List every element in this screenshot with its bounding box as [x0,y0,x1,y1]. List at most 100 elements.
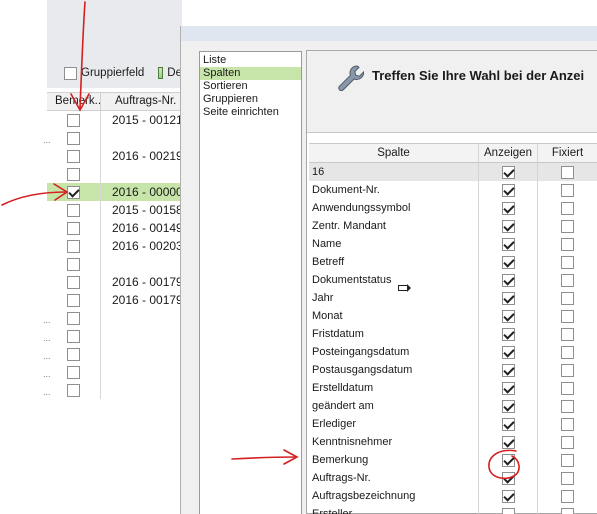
fixed-checkbox[interactable] [561,327,574,341]
background-list-row[interactable]: 2015 - 001588 [47,201,182,219]
remark-checkbox[interactable] [67,239,80,253]
fixed-checkbox[interactable] [561,399,574,413]
column-row[interactable]: Auftrags-Nr. [309,469,597,487]
column-row[interactable]: Dokument-Nr. [309,181,597,199]
remark-checkbox[interactable] [67,275,80,289]
fixed-checkbox[interactable] [561,381,574,395]
fixed-checkbox[interactable] [561,309,574,323]
background-list-row[interactable]: ... [43,309,182,327]
grid-icon[interactable] [158,67,164,79]
column-header-order-no[interactable]: Auftrags-Nr. [101,93,182,110]
remark-checkbox[interactable] [67,149,80,163]
column-header-remark[interactable]: Bemerk... [47,93,101,110]
nav-item[interactable]: Sortieren [200,80,301,93]
show-checkbox[interactable] [501,417,515,431]
show-checkbox[interactable] [501,345,515,359]
column-row[interactable]: Name [309,235,597,253]
remark-checkbox[interactable] [67,203,80,217]
background-list-row[interactable]: 2016 - 001797 [47,291,182,309]
show-checkbox[interactable] [501,453,515,467]
column-row[interactable]: Anwendungssymbol [309,199,597,217]
nav-item[interactable]: Liste [200,54,301,67]
remark-checkbox[interactable] [67,293,80,307]
fixed-checkbox[interactable] [561,435,574,449]
column-row[interactable]: Bemerkung [309,451,597,469]
remark-checkbox[interactable] [67,185,80,199]
show-checkbox[interactable] [501,399,515,413]
background-list-row[interactable]: 2016 - 002037 [47,237,182,255]
fixed-checkbox[interactable] [561,165,574,179]
remark-checkbox[interactable] [67,383,80,397]
background-list-row[interactable]: 2016 - 000002 [47,183,182,201]
remark-checkbox[interactable] [67,221,80,235]
column-row[interactable]: Jahr [309,289,597,307]
show-checkbox[interactable] [501,219,515,233]
show-checkbox[interactable] [501,309,515,323]
header-column[interactable]: Spalte [309,144,479,162]
column-row[interactable]: geändert am [309,397,597,415]
column-row[interactable]: Monat [309,307,597,325]
fixed-checkbox[interactable] [561,345,574,359]
background-list-row[interactable]: ... [43,345,182,363]
column-row[interactable]: 16 [309,163,597,181]
remark-checkbox[interactable] [67,131,80,145]
column-row[interactable]: Erstelldatum [309,379,597,397]
column-row[interactable]: Fristdatum [309,325,597,343]
group-field-checkbox[interactable] [64,66,77,80]
show-checkbox[interactable] [501,165,515,179]
column-row[interactable]: Postausgangsdatum [309,361,597,379]
remark-checkbox[interactable] [67,257,80,271]
fixed-checkbox[interactable] [561,219,574,233]
background-list-row[interactable]: 2015 - 001210 [47,111,182,129]
background-list-row[interactable] [47,255,182,273]
background-list-row[interactable]: 2016 - 001494 [47,219,182,237]
remark-checkbox[interactable] [67,365,80,379]
show-checkbox[interactable] [501,237,515,251]
show-checkbox[interactable] [501,183,515,197]
fixed-checkbox[interactable] [561,183,574,197]
background-list-row[interactable]: ... [43,363,182,381]
fixed-checkbox[interactable] [561,363,574,377]
column-row[interactable]: Ersteller [309,505,597,514]
show-checkbox[interactable] [501,201,515,215]
column-row[interactable]: Betreff [309,253,597,271]
remark-checkbox[interactable] [67,311,80,325]
show-checkbox[interactable] [501,291,515,305]
header-fixed[interactable]: Fixiert [538,144,597,162]
column-row[interactable]: Auftragsbezeichnung [309,487,597,505]
nav-item[interactable]: Spalten [200,67,301,80]
show-checkbox[interactable] [501,327,515,341]
background-list-row[interactable]: 2016 - 002191 [47,147,182,165]
fixed-checkbox[interactable] [561,507,574,514]
fixed-checkbox[interactable] [561,471,574,485]
show-checkbox[interactable] [501,489,515,503]
background-list-row[interactable]: ... [43,129,182,147]
fixed-checkbox[interactable] [561,489,574,503]
fixed-checkbox[interactable] [561,255,574,269]
show-checkbox[interactable] [501,255,515,269]
remark-checkbox[interactable] [67,347,80,361]
show-checkbox[interactable] [501,381,515,395]
remark-checkbox[interactable] [67,167,80,181]
background-list-row[interactable] [47,165,182,183]
column-row[interactable]: Dokumentstatus [309,271,597,289]
show-checkbox[interactable] [501,471,515,485]
fixed-checkbox[interactable] [561,237,574,251]
background-list-row[interactable]: ... [43,381,182,399]
background-list-row[interactable]: 2016 - 001797 [47,273,182,291]
fixed-checkbox[interactable] [561,273,574,287]
show-checkbox[interactable] [501,435,515,449]
column-row[interactable]: Posteingangsdatum [309,343,597,361]
remark-checkbox[interactable] [67,329,80,343]
background-list-row[interactable]: ... [43,327,182,345]
column-row[interactable]: Erlediger [309,415,597,433]
fixed-checkbox[interactable] [561,201,574,215]
header-show[interactable]: Anzeigen [479,144,538,162]
nav-item[interactable]: Gruppieren [200,93,301,106]
fixed-checkbox[interactable] [561,417,574,431]
column-row[interactable]: Kenntnisnehmer [309,433,597,451]
nav-item[interactable]: Seite einrichten [200,106,301,119]
column-row[interactable]: Zentr. Mandant [309,217,597,235]
remark-checkbox[interactable] [67,113,80,127]
fixed-checkbox[interactable] [561,291,574,305]
